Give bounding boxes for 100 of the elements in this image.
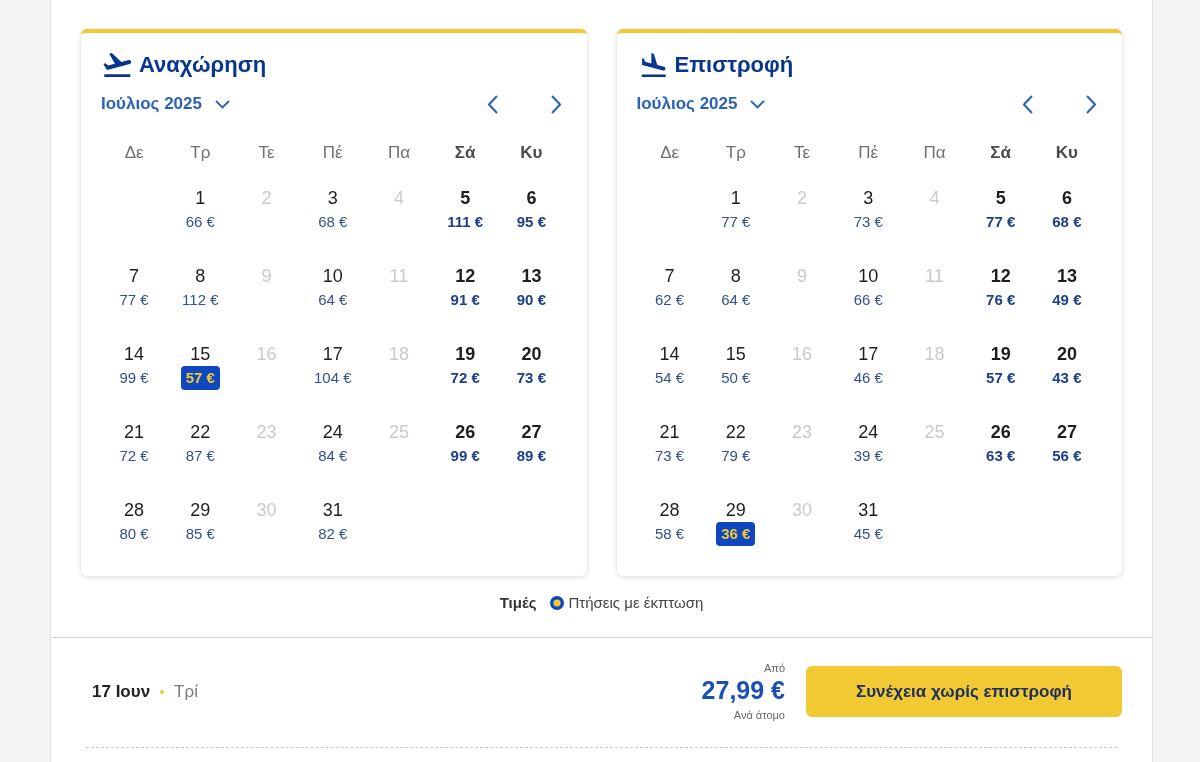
day-number[interactable]: 5 <box>995 186 1006 210</box>
day-number[interactable]: 22 <box>190 420 211 444</box>
fare-price: 66 € <box>185 212 215 232</box>
fare-price: 49 € <box>1052 290 1082 310</box>
plane-takeoff-icon <box>103 53 133 77</box>
fare-price: 77 € <box>119 290 149 310</box>
day-number[interactable]: 28 <box>659 498 680 522</box>
fare-price: 77 € <box>721 212 751 232</box>
calendar-title: Αναχώρηση <box>139 51 267 79</box>
weekday-label: Κυ <box>1055 142 1078 164</box>
day-number[interactable]: 19 <box>990 342 1011 366</box>
fare-price: 50 € <box>721 368 751 388</box>
day-number[interactable]: 31 <box>322 498 343 522</box>
day-number[interactable]: 13 <box>521 264 542 288</box>
fare-price: 85 € <box>185 524 215 544</box>
day-number[interactable]: 10 <box>322 264 343 288</box>
day-number[interactable]: 21 <box>124 420 145 444</box>
day-number[interactable]: 20 <box>1056 342 1077 366</box>
fare-price: 87 € <box>185 446 215 466</box>
price-prefix: Από <box>763 661 785 675</box>
day-number[interactable]: 28 <box>124 498 145 522</box>
day-number[interactable]: 5 <box>460 186 471 210</box>
chevron-down-icon <box>750 99 766 109</box>
fare-price: 57 € <box>180 366 220 390</box>
fare-price: 56 € <box>1052 446 1082 466</box>
fare-price: 111 € <box>447 212 484 232</box>
chevron-right-icon <box>550 94 561 114</box>
day-number[interactable]: 17 <box>858 342 879 366</box>
fare-price: 64 € <box>318 290 348 310</box>
fare-price: 89 € <box>516 446 546 466</box>
day-number[interactable]: 7 <box>664 264 675 288</box>
day-number[interactable]: 6 <box>526 186 537 210</box>
chevron-left-icon <box>487 94 498 114</box>
weekday-label: Τε <box>793 142 811 164</box>
day-number[interactable]: 13 <box>1056 264 1077 288</box>
day-number[interactable]: 24 <box>322 420 343 444</box>
fare-price: 68 € <box>1052 212 1082 232</box>
fare-price: 72 € <box>119 446 149 466</box>
fare-price: 39 € <box>853 446 883 466</box>
weekday-label: Τε <box>258 142 275 164</box>
day-number[interactable]: 8 <box>195 264 206 288</box>
day-number[interactable]: 15 <box>725 342 746 366</box>
day-number[interactable]: 14 <box>124 342 145 366</box>
day-number[interactable]: 8 <box>730 264 741 288</box>
day-number[interactable]: 31 <box>858 498 879 522</box>
day-number[interactable]: 26 <box>990 420 1011 444</box>
weekday-label: Σά <box>454 142 476 164</box>
day-number[interactable]: 14 <box>659 342 680 366</box>
month-dropdown[interactable]: Ιούλιος 2025 <box>101 91 230 117</box>
day-number[interactable]: 21 <box>659 420 680 444</box>
legend-title: Τιμές <box>499 592 537 613</box>
fare-price: 58 € <box>655 524 685 544</box>
fare-price: 80 € <box>119 524 149 544</box>
fare-price: 76 € <box>986 290 1016 310</box>
chevron-down-icon <box>214 99 230 109</box>
day-number[interactable]: 27 <box>521 420 542 444</box>
fare-price: 95 € <box>516 212 546 232</box>
day-number[interactable]: 20 <box>521 342 542 366</box>
weekday-label: Πα <box>923 142 946 164</box>
day-number[interactable]: 1 <box>195 186 206 210</box>
fare-price: 57 € <box>986 368 1016 388</box>
day-number[interactable]: 7 <box>129 264 140 288</box>
day-number[interactable]: 17 <box>322 342 343 366</box>
day-number[interactable]: 29 <box>190 498 211 522</box>
continue-button[interactable]: Συνέχεια χωρίς επιστροφή <box>806 666 1122 717</box>
fare-price: 90 € <box>516 290 546 310</box>
weekday-label: Τρ <box>725 142 746 164</box>
legend-label: Πτήσεις με έκπτωση <box>568 592 704 613</box>
day-number[interactable]: 3 <box>327 186 338 210</box>
day-number[interactable]: 12 <box>990 264 1011 288</box>
calendar-title: Επιστροφή <box>674 51 794 79</box>
day-number[interactable]: 10 <box>858 264 879 288</box>
weekday-label: Τρί <box>174 680 198 703</box>
day-number[interactable]: 15 <box>190 342 211 366</box>
fare-price: 64 € <box>721 290 751 310</box>
day-number[interactable]: 6 <box>1061 186 1072 210</box>
fare-price: 43 € <box>1052 368 1082 388</box>
month-dropdown[interactable]: Ιούλιος 2025 <box>636 91 766 117</box>
fare-price: 91 € <box>450 290 480 310</box>
fare-price: 46 € <box>853 368 883 388</box>
fare-price: 99 € <box>450 446 480 466</box>
fare-price: 66 € <box>853 290 883 310</box>
day-number[interactable]: 29 <box>725 498 746 522</box>
fare-price: 54 € <box>655 368 685 388</box>
fare-price: 36 € <box>716 522 756 546</box>
fare-price: 73 € <box>853 212 883 232</box>
fare-price: 77 € <box>986 212 1016 232</box>
fare-price: 63 € <box>986 446 1016 466</box>
weekday-label: Πέ <box>858 142 879 164</box>
day-number[interactable]: 1 <box>730 186 741 210</box>
day-number[interactable]: 24 <box>858 420 879 444</box>
day-number[interactable]: 22 <box>725 420 746 444</box>
day-number[interactable]: 3 <box>863 186 874 210</box>
weekday-label: Δε <box>124 142 144 164</box>
day-number[interactable]: 12 <box>455 264 476 288</box>
fare-price: 99 € <box>119 368 149 388</box>
day-number[interactable]: 27 <box>1056 420 1077 444</box>
weekday-label: Δε <box>660 142 680 164</box>
day-number[interactable]: 26 <box>455 420 476 444</box>
day-number[interactable]: 19 <box>455 342 476 366</box>
